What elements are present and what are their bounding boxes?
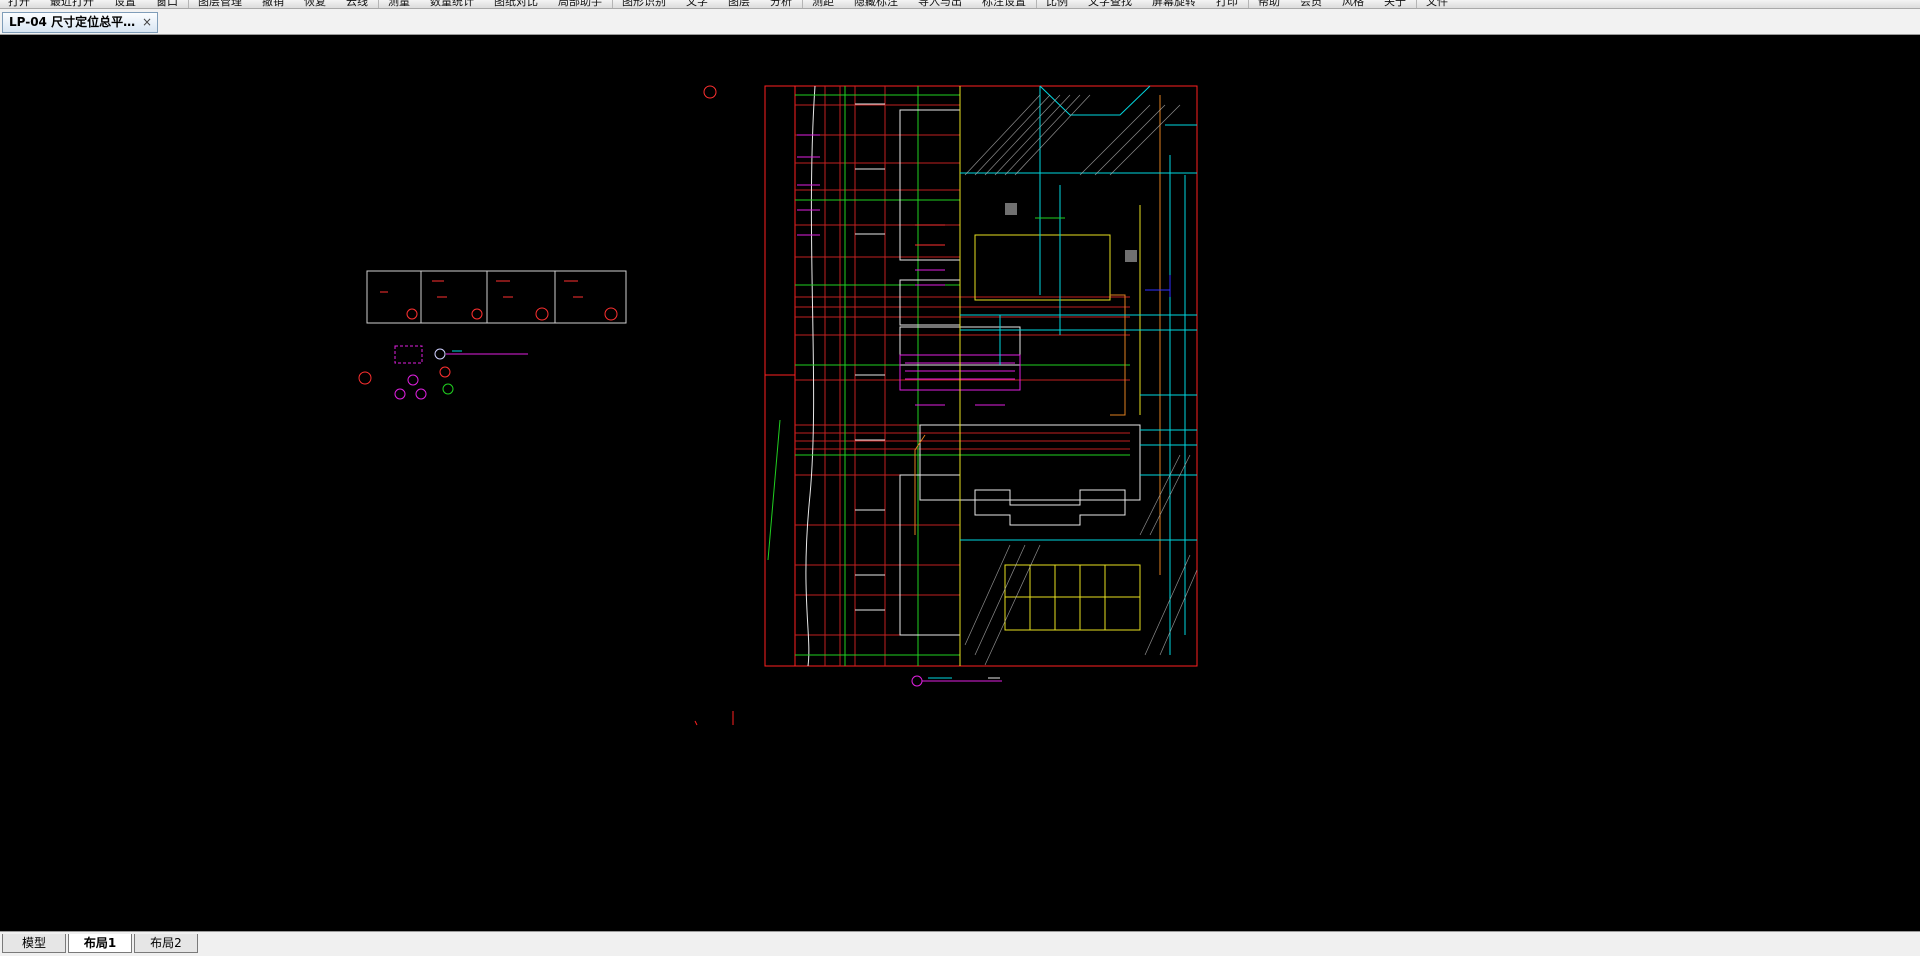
- menu-item[interactable]: 图纸对比: [494, 0, 538, 8]
- menu-item[interactable]: 关于: [1384, 0, 1406, 8]
- menu-separator: [1036, 0, 1037, 8]
- menu-item[interactable]: 测距: [812, 0, 834, 8]
- menu-item[interactable]: 文字查找: [1088, 0, 1132, 8]
- menu-bar: 打开 最近打开 设置 窗口 图层管理 撤销 恢复 云线 测量 数量统计 图纸对比 局部助手 图形识别 文字…: [0, 0, 1920, 9]
- menu-item[interactable]: 设置: [114, 0, 136, 8]
- menu-item[interactable]: 恢复: [304, 0, 326, 8]
- menu-separator: [188, 0, 189, 8]
- document-tab-bar: LP-04 尺寸定位总平… ×: [0, 9, 1920, 35]
- menu-item[interactable]: 文件: [1426, 0, 1448, 8]
- menu-separator: [1416, 0, 1417, 8]
- menu-item[interactable]: 会员: [1300, 0, 1322, 8]
- menu-item[interactable]: 屏幕旋转: [1152, 0, 1196, 8]
- menu-item[interactable]: 隐藏标注: [854, 0, 898, 8]
- menu-item[interactable]: 帮助: [1258, 0, 1280, 8]
- menu-item[interactable]: 分析: [770, 0, 792, 8]
- north-marker-symbol: [703, 85, 717, 99]
- menu-item[interactable]: 图形识别: [622, 0, 666, 8]
- menu-item[interactable]: 撤销: [262, 0, 284, 8]
- red-mark: [694, 711, 734, 726]
- menu-item[interactable]: 测量: [388, 0, 410, 8]
- symbol-cluster: [358, 345, 528, 400]
- menu-item[interactable]: 云线: [346, 0, 368, 8]
- menu-separator: [378, 0, 379, 8]
- site-plan-drawing: [764, 85, 1198, 667]
- menu-item[interactable]: 数量统计: [430, 0, 474, 8]
- menu-item[interactable]: 图层: [728, 0, 750, 8]
- menu-item[interactable]: 打开: [8, 0, 30, 8]
- menu-item[interactable]: 文字: [686, 0, 708, 8]
- scale-annotation: [911, 675, 1002, 687]
- menu-item[interactable]: 最近打开: [50, 0, 94, 8]
- menu-item[interactable]: 打印: [1216, 0, 1238, 8]
- document-tab[interactable]: LP-04 尺寸定位总平… ×: [2, 12, 158, 33]
- menu-separator: [1248, 0, 1249, 8]
- menu-item[interactable]: 标注设置: [982, 0, 1026, 8]
- legend-table: [366, 270, 627, 324]
- menu-separator: [612, 0, 613, 8]
- tab-layout1[interactable]: 布局1: [68, 934, 132, 953]
- tab-layout2[interactable]: 布局2: [134, 934, 198, 953]
- close-icon[interactable]: ×: [142, 13, 152, 32]
- layout-tab-bar: 模型 布局1 布局2: [0, 931, 1920, 956]
- drawing-canvas[interactable]: [0, 35, 1920, 931]
- menu-item[interactable]: 局部助手: [558, 0, 602, 8]
- menu-separator: [802, 0, 803, 8]
- tab-model[interactable]: 模型: [2, 934, 66, 953]
- menu-item[interactable]: 窗口: [156, 0, 178, 8]
- menu-item[interactable]: 导入与出: [918, 0, 962, 8]
- menu-item[interactable]: 图层管理: [198, 0, 242, 8]
- menu-item[interactable]: 比例: [1046, 0, 1068, 8]
- document-tab-title: LP-04 尺寸定位总平…: [9, 15, 136, 29]
- menu-item[interactable]: 风格: [1342, 0, 1364, 8]
